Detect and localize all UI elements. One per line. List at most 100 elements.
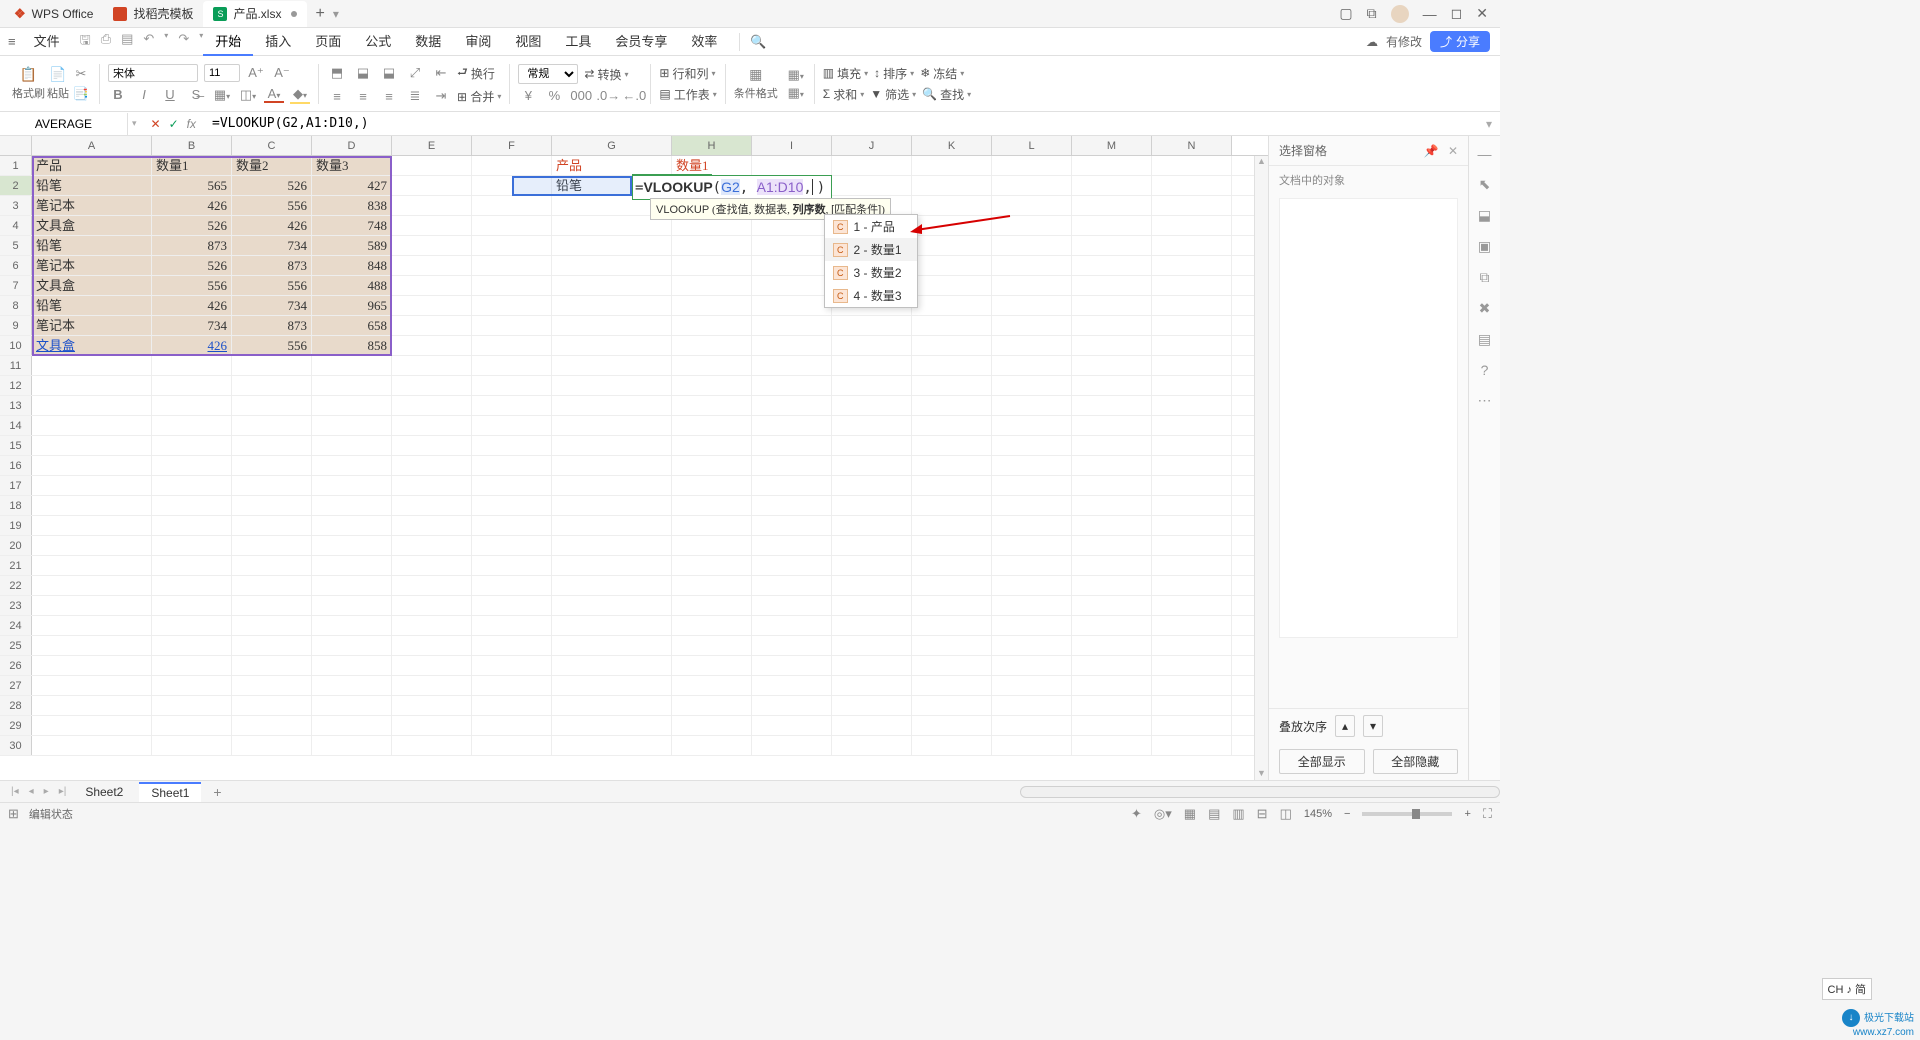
cell[interactable] xyxy=(552,596,672,615)
cell[interactable] xyxy=(152,736,232,755)
cell[interactable] xyxy=(312,376,392,395)
strike-icon[interactable]: S̶ xyxy=(186,87,206,102)
cell[interactable]: 556 xyxy=(152,276,232,295)
cell[interactable] xyxy=(992,256,1072,275)
cell[interactable] xyxy=(32,356,152,375)
row-header[interactable]: 28 xyxy=(0,696,32,715)
row-header[interactable]: 21 xyxy=(0,556,32,575)
cell[interactable] xyxy=(152,456,232,475)
row-header[interactable]: 14 xyxy=(0,416,32,435)
cell[interactable]: 658 xyxy=(312,316,392,335)
cell[interactable] xyxy=(912,396,992,415)
name-box-dropdown[interactable]: ▾ xyxy=(128,118,141,129)
cell[interactable] xyxy=(552,236,672,255)
row-header[interactable]: 10 xyxy=(0,336,32,355)
cell[interactable]: 734 xyxy=(232,236,312,255)
cell[interactable] xyxy=(912,736,992,755)
cell[interactable] xyxy=(1072,456,1152,475)
cell[interactable]: 873 xyxy=(152,236,232,255)
cell-editor[interactable]: =VLOOKUP(G2, A1:D10, ) xyxy=(632,175,832,200)
col-header[interactable]: A xyxy=(32,136,152,155)
cell[interactable] xyxy=(312,616,392,635)
cell[interactable] xyxy=(912,476,992,495)
cell[interactable]: 556 xyxy=(232,196,312,215)
indent-inc-icon[interactable]: ⇥ xyxy=(431,88,451,104)
cell[interactable] xyxy=(1072,156,1152,175)
cell[interactable] xyxy=(912,676,992,695)
cell[interactable] xyxy=(992,716,1072,735)
cell[interactable] xyxy=(752,336,832,355)
fullscreen-icon[interactable]: ⛶ xyxy=(1483,806,1492,822)
pane-close-icon[interactable]: ✕ xyxy=(1448,144,1458,158)
sheet-last-icon[interactable]: ▸| xyxy=(56,786,70,797)
cell[interactable] xyxy=(392,436,472,455)
cell[interactable] xyxy=(472,216,552,235)
cell[interactable] xyxy=(992,216,1072,235)
paste-button[interactable]: 📄粘贴 xyxy=(47,66,69,101)
reader-view-icon[interactable]: ◫ xyxy=(1280,806,1292,822)
cell[interactable] xyxy=(312,456,392,475)
cell[interactable] xyxy=(232,676,312,695)
table-style-icon[interactable]: ▦▾ xyxy=(786,67,806,83)
formula-expand-icon[interactable]: ▾ xyxy=(1478,117,1500,131)
cell[interactable] xyxy=(472,256,552,275)
cell[interactable] xyxy=(552,436,672,455)
tab-home[interactable]: 开始 xyxy=(203,28,253,56)
search-icon[interactable]: 🔍 xyxy=(750,34,766,50)
worksheet-button[interactable]: ▤ 工作表▾ xyxy=(659,86,716,103)
row-header[interactable]: 11 xyxy=(0,356,32,375)
cell[interactable] xyxy=(672,456,752,475)
col-header[interactable]: M xyxy=(1072,136,1152,155)
cell[interactable] xyxy=(472,576,552,595)
cell[interactable] xyxy=(232,736,312,755)
cell[interactable] xyxy=(152,696,232,715)
cell[interactable]: 873 xyxy=(232,256,312,275)
tab-tools[interactable]: 工具 xyxy=(553,28,603,56)
close-window-button[interactable]: ✕ xyxy=(1476,5,1488,22)
cell[interactable] xyxy=(672,596,752,615)
cell[interactable] xyxy=(832,176,912,195)
cell[interactable] xyxy=(1072,276,1152,295)
cell[interactable]: 数量3 xyxy=(312,156,392,175)
cell[interactable] xyxy=(552,456,672,475)
cell[interactable] xyxy=(992,636,1072,655)
row-header[interactable]: 4 xyxy=(0,216,32,235)
cell[interactable] xyxy=(472,696,552,715)
row-header[interactable]: 6 xyxy=(0,256,32,275)
cell[interactable] xyxy=(1072,636,1152,655)
cell[interactable]: 526 xyxy=(152,216,232,235)
cell[interactable] xyxy=(832,396,912,415)
cell[interactable]: 589 xyxy=(312,236,392,255)
cell[interactable] xyxy=(472,376,552,395)
tab-data[interactable]: 数据 xyxy=(403,28,453,56)
cell[interactable] xyxy=(472,676,552,695)
cell[interactable] xyxy=(912,616,992,635)
cell[interactable] xyxy=(1152,396,1232,415)
row-header[interactable]: 27 xyxy=(0,676,32,695)
cell[interactable]: 858 xyxy=(312,336,392,355)
cell[interactable] xyxy=(1152,716,1232,735)
add-sheet-button[interactable]: + xyxy=(205,784,229,800)
cell[interactable] xyxy=(1152,416,1232,435)
cell[interactable] xyxy=(392,376,472,395)
app-menu-icon[interactable]: ≡ xyxy=(8,34,16,49)
layout-icon[interactable]: ⊞ xyxy=(8,806,19,822)
cell[interactable] xyxy=(152,356,232,375)
cell[interactable] xyxy=(1072,576,1152,595)
cell[interactable] xyxy=(1072,376,1152,395)
row-header[interactable]: 24 xyxy=(0,616,32,635)
cell[interactable] xyxy=(912,516,992,535)
cell[interactable] xyxy=(832,536,912,555)
cell[interactable] xyxy=(552,516,672,535)
cell[interactable] xyxy=(992,436,1072,455)
cell[interactable] xyxy=(992,376,1072,395)
cell[interactable]: 426 xyxy=(152,196,232,215)
cell[interactable] xyxy=(32,476,152,495)
cell[interactable] xyxy=(32,536,152,555)
cell[interactable] xyxy=(1072,296,1152,315)
cell[interactable] xyxy=(672,696,752,715)
cell[interactable]: 848 xyxy=(312,256,392,275)
cell[interactable] xyxy=(912,296,992,315)
cell[interactable] xyxy=(392,236,472,255)
cell[interactable] xyxy=(152,496,232,515)
